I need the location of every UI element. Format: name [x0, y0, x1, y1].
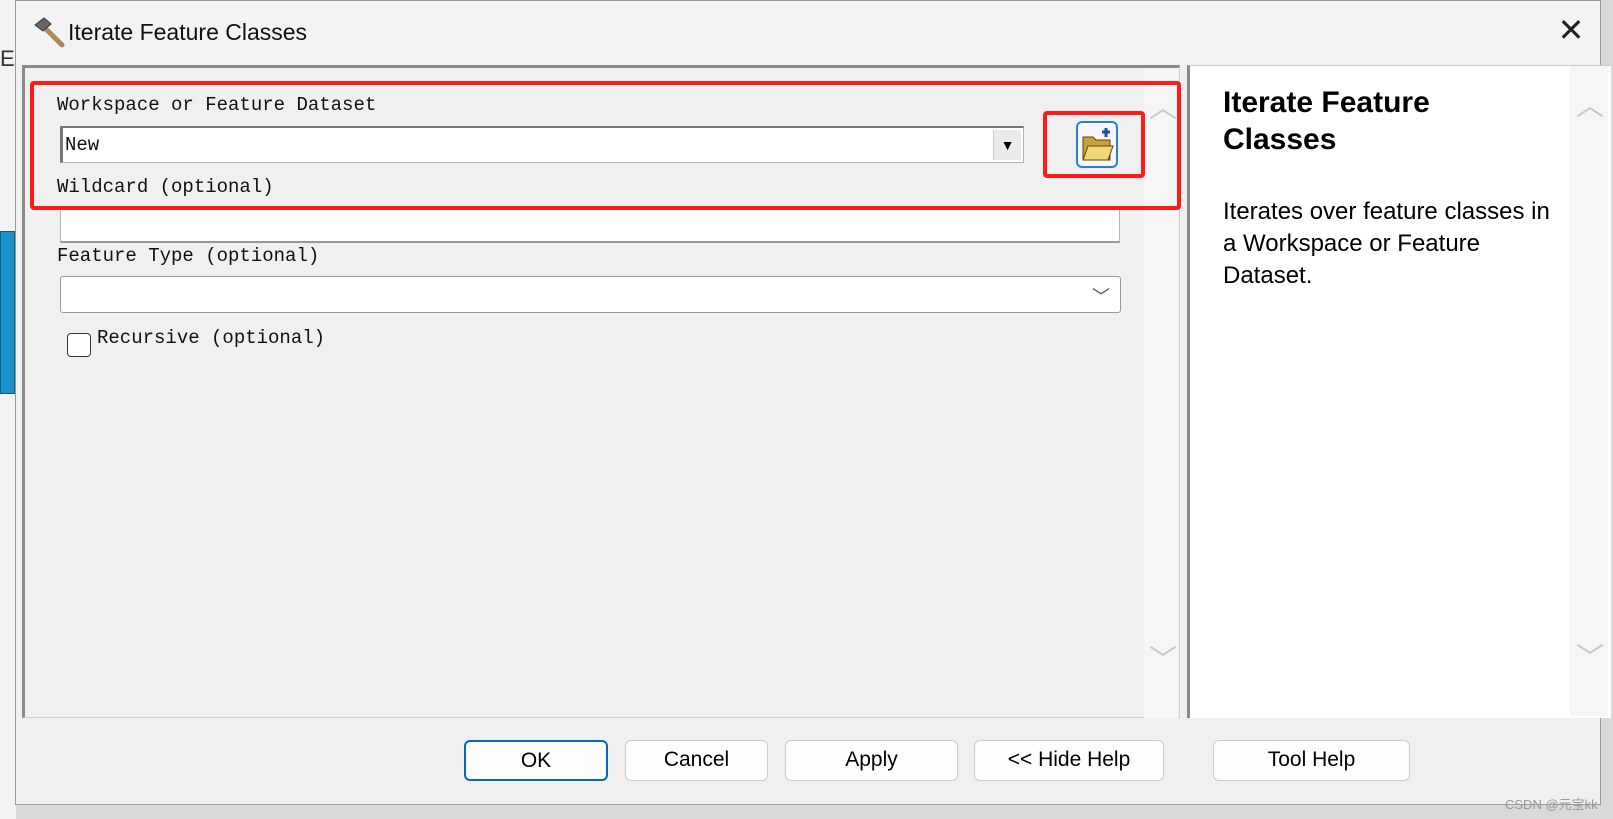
chevron-down-icon: ﹀	[1092, 287, 1110, 307]
ok-button[interactable]: OK	[464, 740, 608, 781]
background-element	[0, 231, 15, 394]
background-window	[0, 0, 16, 819]
help-scrollbar[interactable]: ︿ ﹀	[1570, 66, 1608, 716]
help-title: Iterate Feature Classes	[1223, 86, 1430, 156]
tool-dialog: Iterate Feature Classes ✕ Workspace or F…	[15, 0, 1611, 805]
wildcard-input[interactable]	[60, 207, 1120, 243]
cancel-button[interactable]: Cancel	[625, 740, 768, 781]
feature-type-select[interactable]: ﹀	[60, 276, 1121, 313]
tool-help-button[interactable]: Tool Help	[1213, 740, 1410, 781]
recursive-checkbox[interactable]	[67, 333, 91, 357]
recursive-label: Recursive (optional)	[97, 327, 326, 349]
feature-type-label: Feature Type (optional)	[57, 245, 320, 267]
help-body: Iterates over feature classes in a Works…	[1223, 198, 1550, 289]
highlight-box-browse	[1043, 111, 1145, 178]
help-panel: Iterate Feature Classes Iterates over fe…	[1187, 65, 1611, 718]
scroll-down-icon[interactable]: ﹀	[1576, 636, 1604, 676]
hammer-icon	[34, 17, 65, 48]
title-bar: Iterate Feature Classes ✕	[16, 1, 1600, 63]
hide-help-button[interactable]: << Hide Help	[974, 740, 1164, 781]
watermark: CSDN @元宝kk	[1505, 797, 1598, 812]
scroll-down-icon[interactable]: ﹀	[1149, 638, 1177, 678]
scroll-up-icon[interactable]: ︿	[1576, 84, 1604, 124]
window-title: Iterate Feature Classes	[68, 19, 308, 45]
close-button[interactable]: ✕	[1554, 14, 1588, 49]
highlight-box	[30, 81, 1181, 210]
apply-button[interactable]: Apply	[785, 740, 958, 781]
